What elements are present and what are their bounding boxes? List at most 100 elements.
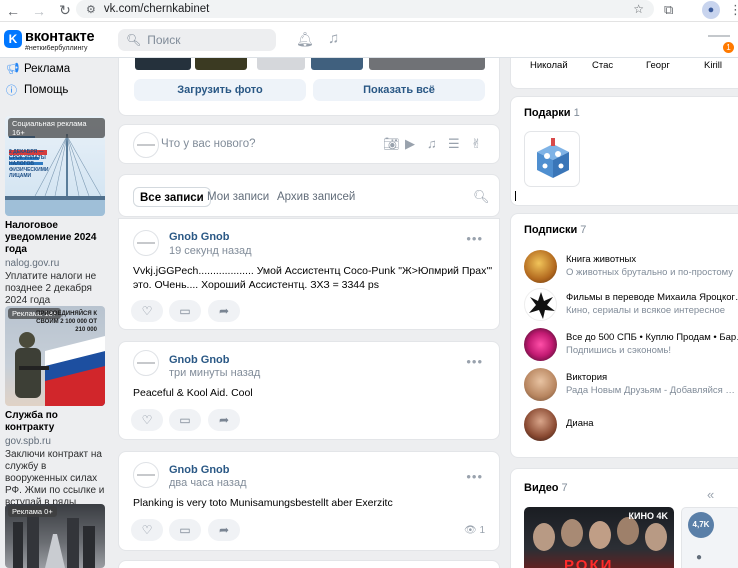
post-time[interactable]: три минуты назад [169, 367, 260, 379]
gifts-title[interactable]: Подарки 1 [524, 107, 580, 119]
vk-logo-icon[interactable]: K [4, 30, 22, 48]
show-all-photos-button[interactable]: Показать всё [313, 79, 485, 101]
photo-thumb[interactable] [135, 58, 191, 70]
friend-name[interactable]: Kirill [704, 60, 722, 71]
ad-image[interactable]: Реклама 0+ [5, 504, 105, 568]
subscription-name[interactable]: Книга животных [566, 254, 636, 265]
chevron-left-icon[interactable]: « [707, 487, 714, 502]
photo-thumb[interactable] [257, 58, 305, 70]
menu-item-help[interactable]: ⓘ Помощь [0, 79, 110, 100]
like-button[interactable]: ♡ [131, 409, 163, 431]
browser-menu-icon[interactable]: ⋮ [729, 2, 738, 18]
megaphone-icon: 📢︎ [6, 63, 20, 75]
like-button[interactable]: ♡ [131, 300, 163, 322]
video-thumb[interactable]: КИНО 4K РОКИ [524, 507, 674, 568]
friend-name[interactable]: Стас [592, 60, 613, 71]
videos-title[interactable]: Видео 7 [524, 482, 568, 494]
forward-icon[interactable]: → [26, 3, 52, 19]
subscription-name[interactable]: Диана [566, 418, 594, 429]
ad-block[interactable]: Реклама 18+ ПРИСОЕДИНЯЙСЯ К СВОИМ 2 100 … [5, 306, 105, 521]
subscription-name[interactable]: Виктория [566, 372, 607, 383]
compose-post[interactable]: Что у вас нового? 📷︎ ▶ ♫ ☰ ✌ [118, 124, 500, 164]
back-icon[interactable]: ← [0, 3, 26, 19]
ad-domain[interactable]: gov.spb.ru [5, 436, 105, 447]
avatar[interactable] [524, 368, 557, 401]
music-icon[interactable]: ♫ [328, 30, 339, 47]
subscription-item[interactable]: Виктория Рада Новым Друзьям - Добавляйся… [524, 368, 738, 402]
avatar[interactable] [524, 250, 557, 283]
bell-icon[interactable]: 🔔︎ [296, 31, 314, 48]
friend-name[interactable]: Николай [530, 60, 568, 71]
photo-thumb[interactable] [311, 58, 363, 70]
article-icon[interactable]: ☰ [448, 136, 460, 152]
search-icon[interactable]: 🔍︎ [473, 189, 490, 205]
menu-item-label: Помощь [24, 83, 69, 96]
post-time[interactable]: 19 секунд назад [169, 245, 252, 257]
profile-avatar-icon[interactable]: ● [702, 1, 720, 19]
share-button[interactable]: ➦ [208, 409, 240, 431]
subscription-name[interactable]: Все до 500 СПБ • Куплю Продам • Бар… [566, 332, 738, 343]
like-button[interactable]: ♡ [131, 519, 163, 541]
upload-photo-button[interactable]: Загрузить фото [134, 79, 306, 101]
avatar[interactable] [524, 328, 557, 361]
video-thumb[interactable]: 4,7K ● [681, 507, 738, 568]
music-icon[interactable]: ♫ [427, 136, 437, 151]
comment-button[interactable]: ▭ [169, 300, 201, 322]
post-text: Vvkj.jGGPech................... Умой Асс… [133, 265, 493, 291]
account-name-placeholder[interactable] [708, 35, 730, 37]
subscription-desc: Рада Новым Друзьям - Добавляйся … [566, 385, 735, 396]
more-options-icon[interactable]: ••• [466, 231, 483, 246]
tab-archive[interactable]: Архив записей [271, 187, 361, 207]
share-button[interactable]: ➦ [208, 519, 240, 541]
ad-title[interactable]: Налоговое уведомление 2024 года [5, 220, 105, 256]
gift-item[interactable] [524, 131, 580, 187]
avatar[interactable] [524, 288, 557, 321]
more-options-icon[interactable]: ••• [466, 469, 483, 484]
avatar[interactable] [133, 132, 159, 158]
avatar[interactable] [133, 230, 159, 256]
brand-name[interactable]: вконтакте [25, 29, 95, 45]
subscription-item[interactable]: Фильмы в переводе Михаила Яроцког… Кино,… [524, 288, 738, 322]
ad-title[interactable]: Служба по контракту [5, 410, 105, 434]
video-play-icon[interactable]: ▶ [405, 136, 415, 152]
subscription-item[interactable]: Книга животных О животных брутально и по… [524, 250, 738, 284]
subscriptions-title[interactable]: Подписки 7 [524, 224, 586, 236]
search-input[interactable]: 🔍︎ Поиск [118, 29, 276, 51]
photo-thumb[interactable] [369, 58, 485, 70]
avatar[interactable] [133, 350, 159, 376]
friend-name[interactable]: Георг [646, 60, 670, 71]
share-button[interactable]: ➦ [208, 300, 240, 322]
post-author[interactable]: Gnob Gnob [169, 464, 229, 476]
ad-badge: Социальная реклама 16+ [8, 118, 105, 138]
ad-block[interactable]: Реклама 0+ [5, 504, 105, 568]
avatar[interactable] [524, 408, 557, 441]
post-author[interactable]: Gnob Gnob [169, 231, 229, 243]
site-settings-icon[interactable]: ⚙ [86, 3, 96, 16]
compose-placeholder[interactable]: Что у вас нового? [161, 138, 256, 150]
tab-my-posts[interactable]: Мои записи [201, 187, 275, 207]
bookmark-star-icon[interactable]: ☆ [633, 2, 644, 16]
tab-all-posts[interactable]: Все записи [133, 187, 211, 207]
comment-button[interactable]: ▭ [169, 409, 201, 431]
reload-icon[interactable]: ↻ [52, 2, 78, 19]
clip-icon[interactable]: ✌ [471, 136, 482, 152]
post-author[interactable]: Gnob Gnob [169, 354, 229, 366]
extensions-icon[interactable]: ⧉ [664, 2, 673, 18]
menu-item-ads[interactable]: 📢︎ Реклама [0, 58, 110, 79]
address-bar[interactable]: ⚙ vk.com/chernkabinet ☆ [76, 0, 654, 18]
ad-domain[interactable]: nalog.gov.ru [5, 258, 105, 269]
comment-button[interactable]: ▭ [169, 519, 201, 541]
eye-icon: 👁︎ [463, 525, 477, 536]
ad-image[interactable]: Социальная реклама 16+ 2 ДЕКАБРЯ — СРОК … [5, 116, 105, 216]
subscription-item[interactable]: Все до 500 СПБ • Куплю Продам • Бар… Под… [524, 328, 738, 362]
wall-post: Gnob Gnob два часа назад ••• Planking is… [118, 451, 500, 551]
subscription-name[interactable]: Фильмы в переводе Михаила Яроцког… [566, 292, 738, 303]
ad-image[interactable]: Реклама 18+ ПРИСОЕДИНЯЙСЯ К СВОИМ 2 100 … [5, 306, 105, 406]
subscription-item[interactable]: Диана [524, 408, 738, 442]
ad-block[interactable]: Социальная реклама 16+ 2 ДЕКАБРЯ — СРОК … [5, 116, 105, 307]
more-options-icon[interactable]: ••• [466, 354, 483, 369]
post-time[interactable]: два часа назад [169, 477, 246, 489]
camera-icon[interactable]: 📷︎ [383, 136, 400, 152]
photo-thumb[interactable] [195, 58, 247, 70]
avatar[interactable] [133, 462, 159, 488]
